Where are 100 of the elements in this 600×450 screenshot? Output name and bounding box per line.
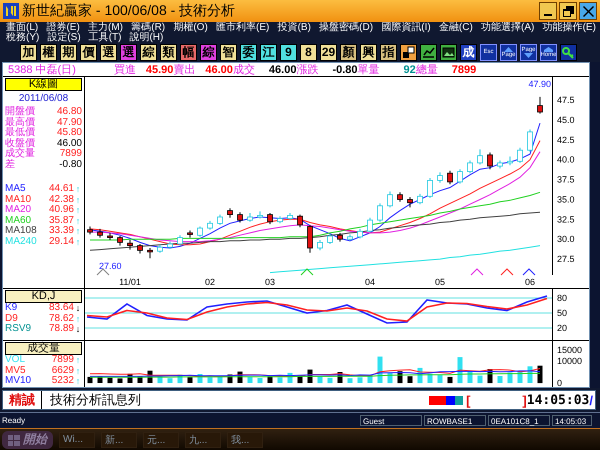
candlestick (127, 240, 133, 250)
toolbar-button[interactable]: 類 (160, 44, 177, 60)
bar (168, 378, 172, 383)
candlestick (197, 226, 203, 238)
quote-label: 5388 中磊(日) (8, 63, 76, 77)
toolbar-button[interactable] (440, 44, 457, 60)
menu-item[interactable]: 匯市利率(E) (216, 23, 270, 33)
menu-item[interactable]: 主力(M) (88, 23, 124, 33)
indicator-value: 78.62 (48, 314, 74, 324)
menu-item[interactable]: 操盤密碼(D) (319, 23, 374, 33)
toolbar-button[interactable]: 江 (260, 44, 277, 60)
taskbar-item[interactable]: Wi... (59, 432, 95, 448)
menu-item[interactable]: 籌碼(R) (131, 23, 166, 33)
bar (328, 378, 332, 384)
toolbar-button[interactable]: 9 (280, 44, 297, 60)
menu-item[interactable]: 國際資訊(I) (381, 23, 431, 33)
taskbar-item[interactable]: 新... (101, 432, 137, 448)
toolbar-button[interactable] (400, 44, 417, 60)
start-button[interactable]: 開始 (2, 430, 53, 448)
menu-item[interactable]: 期權(O) (173, 23, 208, 33)
indicator-value: 44.61 (48, 184, 74, 194)
minimize-icon (544, 14, 552, 16)
candlestick (357, 228, 363, 239)
quote-label: 總量 (416, 63, 438, 77)
legend-label: MA240 (5, 236, 38, 247)
bar (358, 377, 362, 383)
menu-item[interactable]: 功能選擇(A) (481, 23, 534, 33)
toolbar-button[interactable]: 選 (100, 44, 117, 60)
quote-value: 92 (404, 64, 416, 76)
menu-item[interactable]: 工具(T) (88, 33, 122, 43)
stat-label: 差 (5, 160, 16, 170)
toolbar-button[interactable]: 加 (20, 44, 37, 60)
menu-item[interactable]: 投資(B) (278, 23, 311, 33)
legend-label: K9 (5, 303, 18, 314)
bar (278, 378, 282, 383)
axis-label: 03 (265, 277, 275, 287)
candlestick (387, 191, 393, 208)
toolbar-button[interactable]: 指 (380, 44, 397, 60)
separator-text: / (589, 392, 593, 408)
menu-item[interactable]: 稅務(Y) (6, 33, 40, 43)
quote-label: 漲跌 (296, 63, 318, 77)
swap-icon (402, 46, 415, 58)
panel-title: KD,J (5, 290, 82, 303)
toolbar-button[interactable]: 價 (80, 44, 97, 60)
toolbar-button[interactable]: 期 (60, 44, 77, 60)
axis-label: 05 (435, 277, 445, 287)
restore-button[interactable] (559, 2, 577, 20)
toolbar-button[interactable]: 興 (360, 44, 377, 60)
menu-item[interactable]: 設定(S) (47, 33, 81, 43)
toolbar-button[interactable]: 智 (220, 44, 237, 60)
trend-arrow: ↑ (74, 376, 82, 386)
menu-item[interactable]: 說明(H) (129, 33, 164, 43)
trend-arrow: ↑ (74, 205, 82, 216)
axis-label: 20 (557, 323, 568, 333)
candlestick (437, 172, 443, 184)
taskbar-item[interactable]: 九... (185, 432, 221, 448)
toolbar-button[interactable]: 顏 (340, 44, 357, 60)
menu-item[interactable]: 金融(C) (438, 23, 473, 33)
bar (348, 378, 352, 383)
toolbar-button[interactable]: 權 (40, 44, 57, 60)
toolbar-button[interactable]: 綜 (140, 44, 157, 60)
stat-label: 收盤價 (5, 138, 36, 149)
taskbar-item[interactable]: 元... (143, 432, 179, 448)
axis-label: 42.5 (557, 134, 575, 145)
stat-label: 開盤價 (5, 107, 36, 118)
axis-label: 04 (365, 277, 375, 287)
legend-label: MV5 (5, 366, 27, 376)
menu-item[interactable]: 功能操作(E) (542, 23, 596, 33)
close-button[interactable] (579, 2, 597, 20)
legend-label: MA5 (5, 184, 27, 194)
toolbar-button[interactable]: 選 (120, 44, 137, 60)
toolbar-button[interactable]: 成 (460, 44, 477, 60)
toolbar-button[interactable]: 29 (320, 44, 337, 60)
indicator-value: 29.14 (48, 236, 74, 247)
toolbar-button[interactable]: 幅 (180, 44, 197, 60)
status-text: Ready (1, 415, 26, 426)
toolbar-button[interactable]: 委 (240, 44, 257, 60)
menu-item[interactable]: 畫面(L) (6, 23, 38, 33)
indicator-value: 40.96 (48, 205, 74, 216)
house-icon (544, 46, 553, 52)
clock-text: 14:05:03 (526, 392, 590, 408)
menu-item[interactable]: 證券(E) (46, 23, 80, 33)
message-text: 技術分析訊息列 (50, 391, 142, 409)
candlestick (457, 168, 463, 184)
quote-value: 45.90 (146, 64, 174, 76)
toolbar-button[interactable] (560, 44, 577, 60)
candlestick (227, 208, 233, 218)
legend-label: MA108 (5, 226, 38, 236)
stat-value: 46.00 (56, 138, 82, 149)
toolbar-button[interactable]: 綜 (200, 44, 217, 60)
minimize-button[interactable] (539, 2, 557, 20)
stat-value: 46.80 (56, 107, 82, 118)
toolbar-button[interactable]: 8 (300, 44, 317, 60)
toolbar-button[interactable] (420, 44, 437, 60)
bar (438, 375, 442, 383)
picture-icon (442, 46, 455, 58)
axis-label: 32.5 (557, 214, 575, 224)
taskbar-item[interactable]: 我... (227, 432, 263, 448)
candlestick (527, 129, 533, 152)
candlestick (447, 170, 453, 185)
